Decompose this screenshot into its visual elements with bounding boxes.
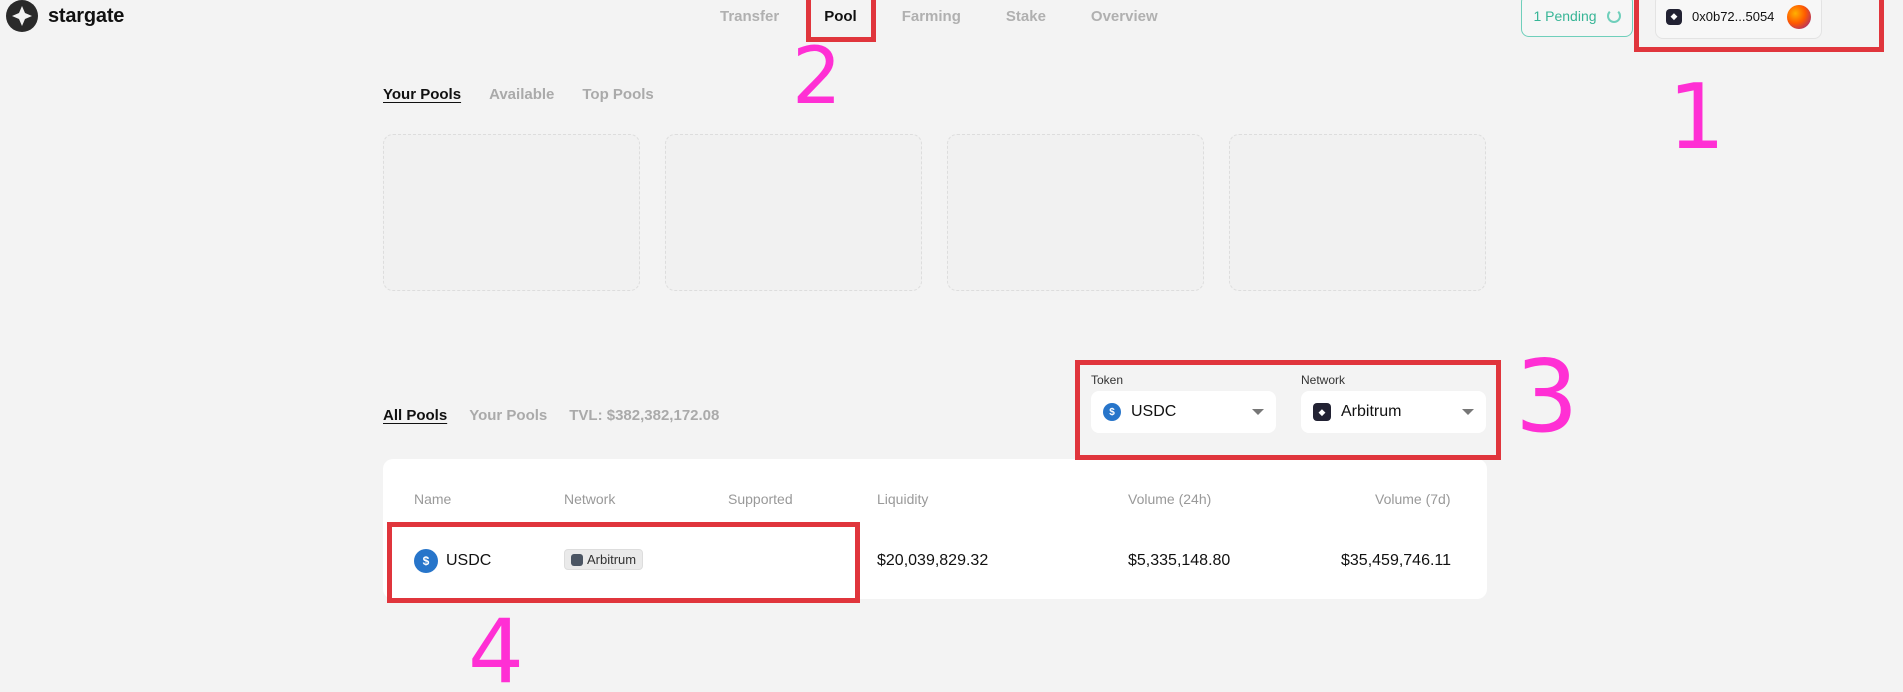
- column-header-liquidity: Liquidity: [877, 491, 929, 507]
- annotation-box-row: [387, 522, 860, 603]
- nav-overview[interactable]: Overview: [1091, 8, 1158, 25]
- loading-spinner-icon: [1606, 8, 1621, 23]
- nav-farming[interactable]: Farming: [902, 8, 961, 25]
- tvl-value: TVL: $382,382,172.08: [569, 407, 720, 424]
- brand-name: stargate: [48, 4, 125, 27]
- annotation-box-wallet: [1634, 0, 1884, 52]
- column-header-volume-7d: Volume (7d): [1375, 491, 1451, 507]
- pending-label: 1 Pending: [1533, 7, 1597, 24]
- pools-tabs: Your Pools Available Top Pools: [383, 86, 654, 103]
- volume-7d-value: $35,459,746.11: [1341, 552, 1452, 569]
- all-pools-tabs: All Pools Your Pools TVL: $382,382,172.0…: [383, 407, 719, 424]
- tab-your-pools-list[interactable]: Your Pools: [469, 407, 547, 424]
- column-header-name: Name: [414, 491, 452, 507]
- stargate-logo-icon: [6, 0, 38, 32]
- pending-transactions-button[interactable]: 1 Pending: [1521, 0, 1633, 37]
- pool-card-placeholder: [383, 134, 640, 291]
- column-header-supported: Supported: [728, 491, 793, 507]
- pool-card-placeholder: [665, 134, 922, 291]
- tab-your-pools[interactable]: Your Pools: [383, 86, 461, 103]
- annotation-box-filters: [1075, 360, 1501, 460]
- tab-all-pools[interactable]: All Pools: [383, 407, 447, 424]
- tab-top-pools[interactable]: Top Pools: [582, 86, 653, 103]
- liquidity-value: $20,039,829.32: [877, 552, 989, 569]
- tab-available[interactable]: Available: [489, 86, 554, 103]
- pool-card-placeholder: [1229, 134, 1486, 291]
- column-header-network: Network: [564, 491, 616, 507]
- stargate-logo[interactable]: stargate: [6, 0, 124, 32]
- annotation-number-1: 1: [1668, 65, 1726, 170]
- volume-24h-value: $5,335,148.80: [1128, 552, 1231, 569]
- nav-stake[interactable]: Stake: [1006, 8, 1046, 25]
- nav-transfer[interactable]: Transfer: [720, 8, 779, 25]
- pool-card-placeholder: [947, 134, 1204, 291]
- annotation-number-2: 2: [792, 32, 842, 122]
- top-nav: Transfer Pool Farming Stake Overview: [720, 0, 1203, 32]
- annotation-number-3: 3: [1515, 338, 1579, 455]
- annotation-number-4: 4: [468, 600, 524, 692]
- column-header-volume-24h: Volume (24h): [1128, 491, 1212, 507]
